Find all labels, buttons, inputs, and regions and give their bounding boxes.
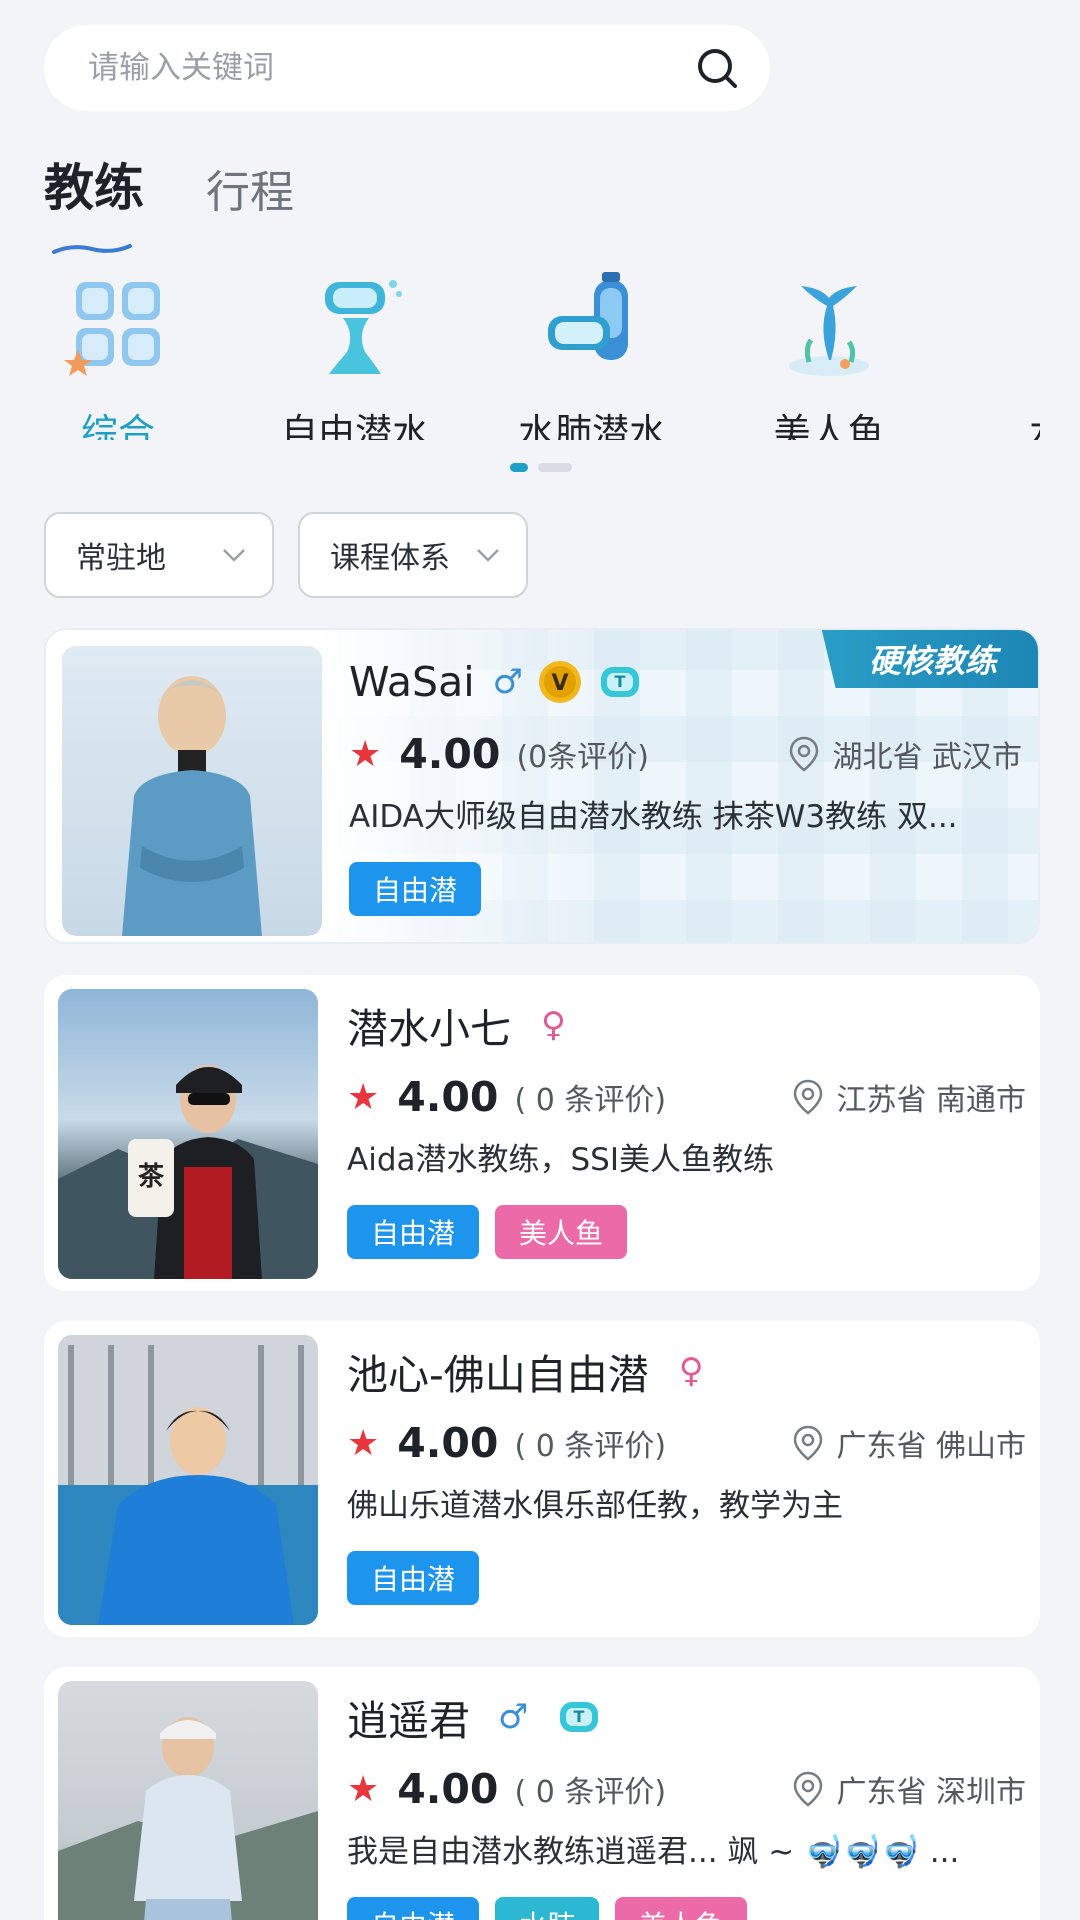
tag-freediving: 自由潜 <box>347 1551 480 1605</box>
category-label: 综合 <box>81 411 155 440</box>
coach-description: AIDA大师级自由潜水教练 抹茶W3教练 双... <box>349 799 958 835</box>
male-icon: ♂ <box>498 1697 529 1737</box>
category-label: 自由潜水 <box>281 411 429 440</box>
category-freediving[interactable]: 自由潜水 <box>255 270 455 440</box>
v-badge-icon: V <box>539 661 582 703</box>
category-label: 美人鱼 <box>773 411 885 440</box>
grid-apps-icon <box>64 282 160 376</box>
location-pin-icon <box>790 736 819 772</box>
category-page-indicator <box>510 463 572 472</box>
search-bar[interactable] <box>44 25 770 111</box>
tag-mermaid: 美人鱼 <box>615 1897 748 1920</box>
scuba-mask-icon <box>548 272 628 360</box>
search-input[interactable] <box>88 50 694 86</box>
review-count: (0条评价) <box>516 740 649 775</box>
star-icon: ★ <box>347 1768 380 1810</box>
chevron-down-icon <box>477 549 499 562</box>
star-icon: ★ <box>347 1422 380 1464</box>
location-pin-icon <box>794 1079 823 1115</box>
rating-score: 4.00 <box>399 730 501 778</box>
coach-card[interactable]: 茶 潜水小七 ♀ ★ 4.00 ( 0 条评价) 江苏省 南通市 Aida潜水教… <box>44 975 1040 1291</box>
tag-freediving: 自由潜 <box>347 1205 480 1259</box>
star-icon: ★ <box>349 733 382 775</box>
location-text: 广东省 佛山市 <box>836 1429 1026 1464</box>
location-text: 广东省 深圳市 <box>836 1775 1026 1810</box>
coach-description: 佛山乐道潜水俱乐部任教，教学为主 <box>347 1488 843 1524</box>
coach-name: 潜水小七 <box>347 1005 511 1053</box>
tag-freediving: 自由潜 <box>349 862 482 916</box>
coach-avatar[interactable] <box>58 1335 318 1625</box>
coach-card[interactable]: 池心-佛山自由潜 ♀ ★ 4.00 ( 0 条评价) 广东省 佛山市 佛山乐道潜… <box>44 1321 1040 1637</box>
svg-text:茶: 茶 <box>138 1162 165 1192</box>
rating-score: 4.00 <box>397 1073 499 1121</box>
filter-residence-dropdown[interactable]: 常驻地 <box>44 512 274 598</box>
review-count: ( 0 条评价) <box>514 1083 667 1118</box>
rating-score: 4.00 <box>397 1765 499 1813</box>
main-tabs: 教练 行程 <box>44 148 294 220</box>
mask-fin-icon <box>325 280 402 374</box>
location: 广东省 佛山市 <box>792 1421 1026 1465</box>
coach-card[interactable]: 硬核教练 WaSai ♂ V T ★ 4.00 (0条评价) 湖北省 武汉市 A… <box>44 628 1040 944</box>
female-icon: ♀ <box>678 1351 704 1391</box>
filter-label: 课程体系 <box>330 541 450 576</box>
coach-name: 池心-佛山自由潜 <box>347 1351 649 1399</box>
location: 广东省 深圳市 <box>792 1767 1026 1811</box>
tag-mermaid: 美人鱼 <box>495 1205 628 1259</box>
tab-trip[interactable]: 行程 <box>206 156 294 220</box>
mermaid-tail-icon <box>789 286 869 376</box>
t-badge-icon: T <box>560 1702 599 1732</box>
location: 江苏省 南通市 <box>792 1075 1026 1119</box>
coach-name: WaSai <box>349 658 475 706</box>
star-icon: ★ <box>347 1076 380 1118</box>
location-text: 江苏省 南通市 <box>836 1083 1026 1118</box>
tag-freediving: 自由潜 <box>347 1897 480 1920</box>
category-label: 水肺潜水 <box>518 411 666 440</box>
coach-name: 逍遥君 <box>347 1697 470 1745</box>
coach-avatar[interactable] <box>58 1681 318 1920</box>
category-mermaid[interactable]: 美人鱼 <box>729 270 929 440</box>
location-pin-icon <box>794 1425 823 1461</box>
review-count: ( 0 条评价) <box>514 1429 667 1464</box>
category-row: 综合 自由潜水 水肺潜水 美人鱼 水下 <box>0 270 1040 440</box>
filter-label: 常驻地 <box>76 541 166 576</box>
category-underwater[interactable]: 水下 <box>966 270 1040 440</box>
category-all[interactable]: 综合 <box>18 270 218 440</box>
coach-description: 我是自由潜水教练逍遥君... 飒 ~ 🤿🤿🤿 ... <box>347 1834 960 1870</box>
location: 湖北省 武汉市 <box>788 732 1022 776</box>
page-dot <box>538 463 572 472</box>
coach-avatar[interactable]: 茶 <box>58 989 318 1279</box>
coach-avatar[interactable] <box>62 646 322 936</box>
location-pin-icon <box>794 1771 823 1807</box>
female-icon: ♀ <box>541 1005 566 1045</box>
coach-description: Aida潜水教练，SSI美人鱼教练 <box>347 1142 774 1178</box>
tag-scuba: 水肺 <box>495 1897 600 1920</box>
svg-text:T: T <box>615 672 626 691</box>
search-icon[interactable] <box>694 45 740 91</box>
tab-coach[interactable]: 教练 <box>44 148 144 220</box>
review-count: ( 0 条评价) <box>514 1775 667 1810</box>
coach-card[interactable]: 逍遥君 ♂ T ★ 4.00 ( 0 条评价) 广东省 深圳市 我是自由潜水教练… <box>44 1667 1040 1920</box>
chevron-down-icon <box>223 549 245 562</box>
category-scuba[interactable]: 水肺潜水 <box>492 270 692 440</box>
tab-active-indicator <box>52 244 132 254</box>
page-dot-active <box>510 463 528 472</box>
underwater-icon <box>1006 270 1040 380</box>
location-text: 湖北省 武汉市 <box>832 740 1022 775</box>
filter-course-system-dropdown[interactable]: 课程体系 <box>298 512 528 598</box>
svg-text:T: T <box>574 1707 585 1726</box>
svg-text:V: V <box>552 671 569 696</box>
category-label: 水下 <box>966 402 1040 440</box>
rating-score: 4.00 <box>397 1419 499 1467</box>
t-badge-icon: T <box>601 667 640 697</box>
male-icon: ♂ <box>492 662 524 702</box>
